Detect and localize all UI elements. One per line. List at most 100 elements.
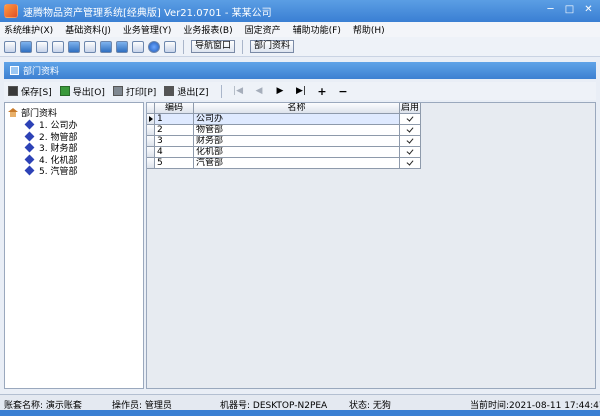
cell-enabled[interactable] bbox=[400, 125, 421, 136]
window-icon[interactable] bbox=[4, 40, 16, 53]
toolbar-separator bbox=[183, 39, 184, 54]
panel-header: 部门资料 bbox=[4, 62, 596, 79]
action-separator bbox=[220, 84, 222, 98]
menu-help[interactable]: 帮助(H) bbox=[353, 23, 385, 36]
cell-name[interactable]: 财务部 bbox=[194, 136, 400, 147]
cell-enabled[interactable] bbox=[400, 147, 421, 158]
list-icon[interactable] bbox=[20, 40, 32, 53]
prev-record-button[interactable]: ◀ bbox=[249, 86, 270, 96]
window-bottom-border bbox=[0, 410, 600, 416]
status-bar: 账套名称: 演示账套 操作员: 管理员 机器号: DESKTOP-N2PEA 状… bbox=[0, 394, 600, 411]
column-header-enabled[interactable]: 启用 bbox=[400, 103, 421, 114]
printer-icon[interactable] bbox=[132, 40, 144, 53]
print-label: 打印[P] bbox=[125, 87, 157, 98]
column-header-name[interactable]: 名称 bbox=[194, 103, 400, 114]
last-record-button[interactable]: ▶| bbox=[291, 86, 312, 96]
table-row[interactable]: 2 物管部 bbox=[147, 125, 421, 136]
cell-name[interactable]: 物管部 bbox=[194, 125, 400, 136]
menu-system[interactable]: 系统维护(X) bbox=[4, 23, 53, 36]
table-row[interactable]: 3 财务部 bbox=[147, 136, 421, 147]
menu-tools[interactable]: 辅助功能(F) bbox=[293, 23, 341, 36]
cell-code[interactable]: 5 bbox=[155, 158, 194, 169]
tree-root[interactable]: 部门资料 bbox=[5, 103, 143, 119]
window-controls: ─ □ ✕ bbox=[543, 3, 596, 17]
table-row[interactable]: 1 公司办 bbox=[147, 114, 421, 125]
row-indicator bbox=[147, 158, 155, 169]
export-label: 导出[O] bbox=[72, 87, 105, 98]
tree-root-label: 部门资料 bbox=[21, 109, 58, 119]
save-icon[interactable] bbox=[116, 40, 128, 53]
menu-reports[interactable]: 业务报表(B) bbox=[183, 23, 232, 36]
diamond-icon bbox=[24, 131, 35, 142]
checkmark-icon bbox=[406, 159, 414, 167]
document-icon[interactable] bbox=[36, 40, 48, 53]
cell-name[interactable]: 汽管部 bbox=[194, 158, 400, 169]
grid-header-row: 编码 名称 启用 bbox=[147, 103, 421, 114]
column-header-code[interactable]: 编码 bbox=[155, 103, 194, 114]
next-record-button[interactable]: ▶ bbox=[270, 86, 291, 96]
table-row[interactable]: 5 汽管部 bbox=[147, 158, 421, 169]
exit-icon[interactable] bbox=[164, 40, 176, 53]
menu-business[interactable]: 业务管理(Y) bbox=[123, 23, 172, 36]
menu-bar: 系统维护(X) 基础资料(J) 业务管理(Y) 业务报表(B) 固定资产 辅助功… bbox=[0, 22, 600, 37]
checkmark-icon bbox=[406, 137, 414, 145]
checkmark-icon bbox=[406, 115, 414, 123]
checkmark-icon bbox=[406, 126, 414, 134]
cell-code[interactable]: 2 bbox=[155, 125, 194, 136]
menu-fixed-assets[interactable]: 固定资产 bbox=[245, 23, 281, 36]
export-button[interactable]: 导出[O] bbox=[59, 85, 105, 98]
row-indicator bbox=[147, 125, 155, 136]
maximize-button[interactable]: □ bbox=[562, 3, 577, 17]
diamond-icon bbox=[24, 154, 35, 165]
save-button[interactable]: 保存[S] bbox=[8, 85, 52, 98]
row-indicator-header bbox=[147, 103, 155, 114]
diamond-icon bbox=[24, 142, 35, 153]
panel-title: 部门资料 bbox=[23, 67, 60, 77]
checkmark-icon bbox=[406, 148, 414, 156]
save-label: 保存[S] bbox=[21, 87, 52, 98]
dept-info-button[interactable]: 部门资料 bbox=[250, 40, 295, 53]
exit-label: 退出[Z] bbox=[177, 87, 209, 98]
row-indicator bbox=[147, 136, 155, 147]
row-indicator bbox=[147, 114, 155, 125]
current-row-arrow-icon bbox=[149, 116, 153, 122]
menu-basic-data[interactable]: 基础资料(J) bbox=[65, 23, 111, 36]
exit-icon bbox=[164, 86, 175, 96]
home-icon bbox=[8, 108, 18, 117]
chart-icon[interactable] bbox=[84, 40, 96, 53]
cell-enabled[interactable] bbox=[400, 136, 421, 147]
save-icon bbox=[8, 86, 18, 96]
row-indicator bbox=[147, 147, 155, 158]
title-bar: 速腾物品资产管理系统[经典版] Ver21.0701 - 某某公司 ─ □ ✕ bbox=[0, 0, 600, 22]
toolbar-separator bbox=[242, 39, 244, 54]
diamond-icon bbox=[24, 165, 35, 176]
table-row[interactable]: 4 化机部 bbox=[147, 147, 421, 158]
close-button[interactable]: ✕ bbox=[581, 3, 596, 17]
main-toolbar: 导航窗口 部门资料 bbox=[0, 37, 600, 57]
tree-item-5[interactable]: 5. 汽管部 bbox=[5, 165, 143, 177]
add-record-button[interactable]: + bbox=[312, 85, 333, 98]
tree-item-label: 5. 汽管部 bbox=[39, 167, 78, 178]
department-tree: 部门资料 1. 公司办 2. 物管部 3. 财务部 4. 化机部 5. 汽管部 bbox=[4, 102, 144, 389]
grid-table: 编码 名称 启用 1 公司办 2 物管部 3 财务部 4 化机部 5 汽管部 bbox=[147, 103, 421, 169]
cell-code[interactable]: 4 bbox=[155, 147, 194, 158]
print-button[interactable]: 打印[P] bbox=[112, 85, 157, 98]
help-icon[interactable] bbox=[148, 40, 160, 53]
cell-code[interactable]: 3 bbox=[155, 136, 194, 147]
report-icon[interactable] bbox=[68, 40, 80, 53]
panel-window-icon bbox=[10, 66, 19, 75]
minimize-button[interactable]: ─ bbox=[543, 3, 558, 17]
action-bar: 保存[S] 导出[O] 打印[P] 退出[Z] |◀ ◀ ▶ ▶| + − bbox=[4, 82, 596, 100]
database-icon[interactable] bbox=[100, 40, 112, 53]
department-grid: 编码 名称 启用 1 公司办 2 物管部 3 财务部 4 化机部 5 汽管部 bbox=[146, 102, 596, 389]
cell-name[interactable]: 化机部 bbox=[194, 147, 400, 158]
cell-name[interactable]: 公司办 bbox=[194, 114, 400, 125]
nav-window-button[interactable]: 导航窗口 bbox=[191, 40, 236, 53]
delete-record-button[interactable]: − bbox=[333, 85, 354, 98]
first-record-button[interactable]: |◀ bbox=[228, 86, 249, 96]
exit-button[interactable]: 退出[Z] bbox=[164, 85, 209, 98]
folder-icon[interactable] bbox=[52, 40, 64, 53]
cell-code[interactable]: 1 bbox=[155, 114, 194, 125]
cell-enabled[interactable] bbox=[400, 114, 421, 125]
cell-enabled[interactable] bbox=[400, 158, 421, 169]
